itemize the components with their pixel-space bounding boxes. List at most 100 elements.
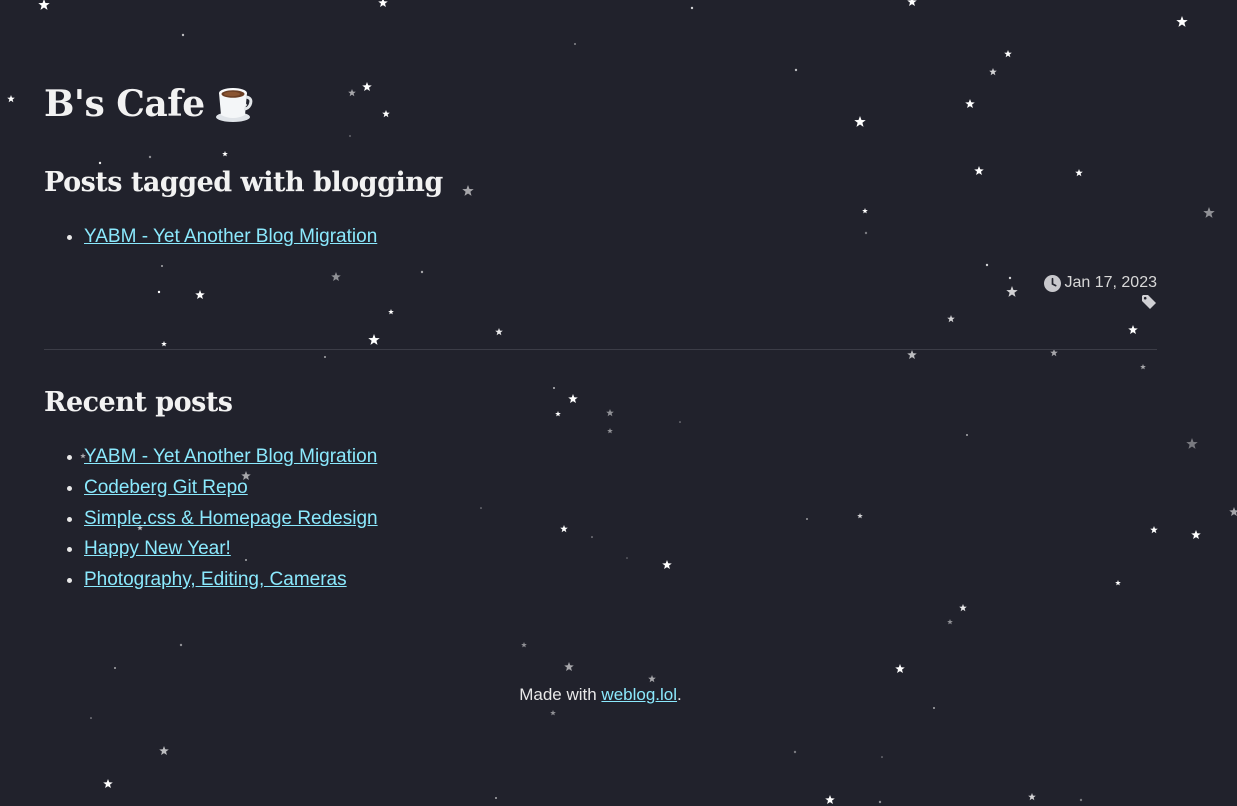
recent-post-link[interactable]: Happy New Year! (84, 538, 231, 559)
star-icon (1008, 276, 1012, 280)
list-item: Codeberg Git Repo (84, 473, 378, 504)
star-icon (388, 309, 394, 315)
star-icon (1186, 438, 1198, 449)
star-icon (568, 394, 578, 404)
star-icon (793, 750, 797, 754)
star-icon (862, 208, 868, 214)
star-icon (161, 265, 163, 267)
recent-post-link[interactable]: Simple.css & Homepage Redesign (84, 508, 378, 529)
star-icon (907, 350, 917, 360)
star-icon (331, 272, 341, 282)
recent-post-link[interactable]: Codeberg Git Repo (84, 477, 248, 498)
post-tags (1044, 294, 1157, 314)
star-icon (480, 507, 482, 509)
star-icon (462, 185, 474, 196)
star-icon (555, 411, 561, 417)
star-icon (1191, 530, 1201, 540)
list-item: Photography, Editing, Cameras (84, 565, 378, 596)
footer: Made with weblog.lol. (44, 685, 1157, 705)
list-item: YABM - Yet Another Blog Migration (84, 442, 378, 473)
star-icon (1115, 580, 1121, 586)
section-divider (44, 349, 1157, 350)
star-icon (560, 525, 568, 533)
list-item: Happy New Year! (84, 534, 378, 565)
star-icon (857, 513, 863, 519)
star-icon (947, 315, 955, 323)
recent-posts-list: YABM - Yet Another Blog Migration Codebe… (44, 442, 378, 596)
star-icon (989, 68, 997, 76)
star-icon (1006, 286, 1018, 297)
star-icon (1203, 207, 1215, 218)
star-icon (574, 43, 576, 45)
star-icon (974, 166, 984, 176)
star-icon (103, 779, 113, 789)
footer-prefix: Made with (519, 685, 602, 704)
tagged-posts-heading: Posts tagged with blogging (44, 167, 443, 198)
star-icon (349, 135, 351, 137)
star-icon (825, 795, 835, 805)
star-icon (38, 0, 50, 10)
star-icon (114, 667, 116, 669)
star-icon (794, 68, 798, 72)
post-date-text: Jan 17, 2023 (1064, 274, 1157, 291)
recent-post-link[interactable]: YABM - Yet Another Blog Migration (84, 446, 377, 467)
recent-post-link[interactable]: Photography, Editing, Cameras (84, 569, 347, 590)
star-icon (348, 89, 356, 97)
star-icon (806, 518, 808, 520)
star-icon (1028, 793, 1036, 801)
star-icon (181, 33, 185, 37)
coffee-cup-icon (215, 88, 252, 122)
star-icon (382, 110, 390, 118)
star-icon (161, 341, 167, 347)
star-icon (495, 328, 503, 336)
star-icon (690, 6, 694, 10)
post-meta: Jan 17, 2023 (1044, 272, 1157, 314)
star-icon (368, 334, 380, 345)
star-icon (1075, 169, 1083, 177)
star-icon (1176, 16, 1188, 27)
star-icon (553, 387, 555, 389)
list-item: YABM - Yet Another Blog Migration (84, 222, 377, 253)
star-icon (521, 642, 527, 648)
star-icon (679, 421, 681, 423)
star-icon (495, 797, 497, 799)
star-icon (98, 161, 102, 165)
clock-icon (1044, 274, 1062, 292)
tagged-posts-list: YABM - Yet Another Blog Migration (44, 222, 377, 253)
star-icon (1150, 526, 1158, 534)
star-icon (1128, 325, 1138, 335)
star-icon (933, 707, 935, 709)
site-title-text[interactable]: B's Cafe (44, 83, 205, 125)
star-icon (965, 99, 975, 109)
star-icon (1140, 364, 1146, 370)
star-icon (324, 356, 326, 358)
recent-posts-heading: Recent posts (44, 387, 233, 418)
post-date: Jan 17, 2023 (1044, 272, 1157, 294)
star-icon (148, 155, 152, 159)
star-icon (1229, 507, 1237, 517)
star-icon (90, 717, 92, 719)
post-link-yabm[interactable]: YABM - Yet Another Blog Migration (84, 226, 377, 247)
star-icon (947, 619, 953, 625)
star-icon (159, 746, 169, 756)
star-icon (607, 428, 613, 434)
site-title[interactable]: B's Cafe (44, 82, 253, 127)
star-icon (564, 662, 574, 672)
tag-icon[interactable] (1141, 294, 1157, 310)
star-icon (222, 151, 228, 157)
star-icon (420, 270, 424, 274)
star-icon (959, 604, 967, 612)
star-icon (854, 116, 866, 127)
star-icon (878, 800, 882, 804)
star-icon (179, 643, 183, 647)
star-icon (1004, 50, 1012, 58)
star-icon (895, 664, 905, 674)
star-icon (881, 756, 883, 758)
list-item: Simple.css & Homepage Redesign (84, 504, 378, 535)
star-icon (864, 231, 868, 235)
star-icon (966, 434, 968, 436)
footer-link[interactable]: weblog.lol (601, 685, 677, 704)
star-icon (1079, 798, 1083, 802)
star-icon (362, 82, 372, 92)
star-icon (1050, 349, 1058, 357)
